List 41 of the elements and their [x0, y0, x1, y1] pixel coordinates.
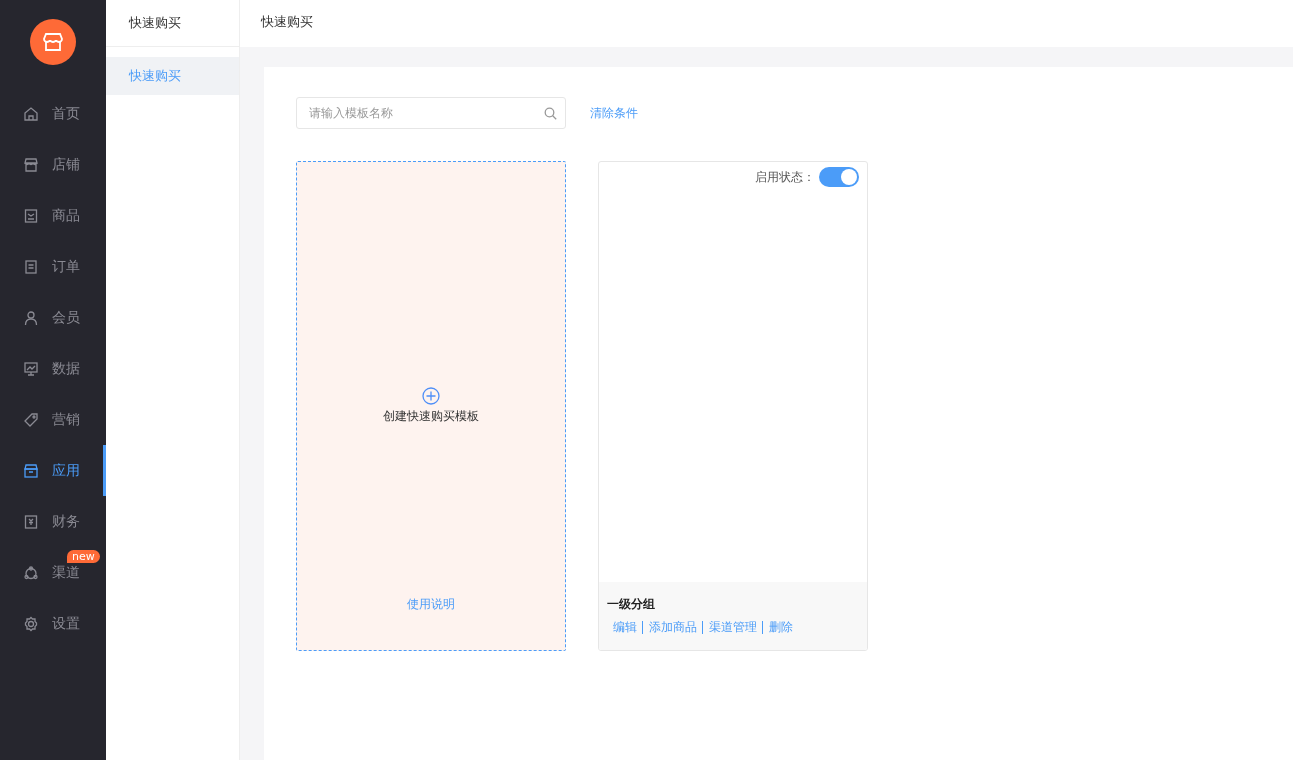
nav-item[interactable]: new 渠道 [0, 547, 106, 598]
yen-icon [23, 513, 39, 530]
nav-item[interactable]: 店铺 [0, 139, 106, 190]
action-link[interactable]: 编辑 [613, 621, 643, 634]
nav-item[interactable]: 商品 [0, 190, 106, 241]
action-link[interactable]: 删除 [769, 621, 798, 634]
clear-filters-link[interactable]: 清除条件 [590, 104, 638, 122]
tag-icon [23, 411, 39, 428]
action-link[interactable]: 添加商品 [649, 621, 703, 634]
nav-item[interactable]: 营销 [0, 394, 106, 445]
subnav-title: 快速购买 [106, 0, 239, 47]
nodes-icon [23, 564, 39, 581]
toggle-switch[interactable] [819, 167, 859, 187]
page-title: 快速购买 [261, 14, 313, 29]
house-icon [23, 105, 39, 122]
nav-item[interactable]: 财务 [0, 496, 106, 547]
package-icon [23, 462, 39, 479]
search-icon[interactable] [544, 107, 557, 120]
chart-board-icon [23, 360, 39, 377]
nav-item[interactable]: 会员 [0, 292, 106, 343]
subnav-item[interactable]: 快速购买 [106, 57, 239, 95]
nav-item[interactable]: 订单 [0, 241, 106, 292]
store-icon [23, 156, 39, 173]
document-icon [23, 258, 39, 275]
create-template-card[interactable]: 创建快速购买模板 使用说明 [296, 161, 566, 651]
status-label: 启用状态： [755, 169, 815, 186]
settings-icon [23, 615, 39, 632]
nav-item[interactable]: 设置 [0, 598, 106, 649]
box-icon [23, 207, 39, 224]
nav-item[interactable]: 首页 [0, 88, 106, 139]
person-icon [23, 309, 39, 326]
search-field[interactable]: 请输入模板名称 [296, 97, 566, 129]
create-label: 创建快速购买模板 [383, 408, 479, 425]
template-name: 一级分组 [607, 596, 656, 613]
nav-item[interactable]: 应用 [0, 445, 106, 496]
action-link[interactable]: 渠道管理 [709, 621, 763, 634]
new-badge: new [67, 550, 100, 563]
nav-item[interactable]: 数据 [0, 343, 106, 394]
store-logo-icon[interactable] [30, 19, 76, 65]
help-link[interactable]: 使用说明 [407, 596, 455, 613]
add-icon [422, 387, 440, 405]
